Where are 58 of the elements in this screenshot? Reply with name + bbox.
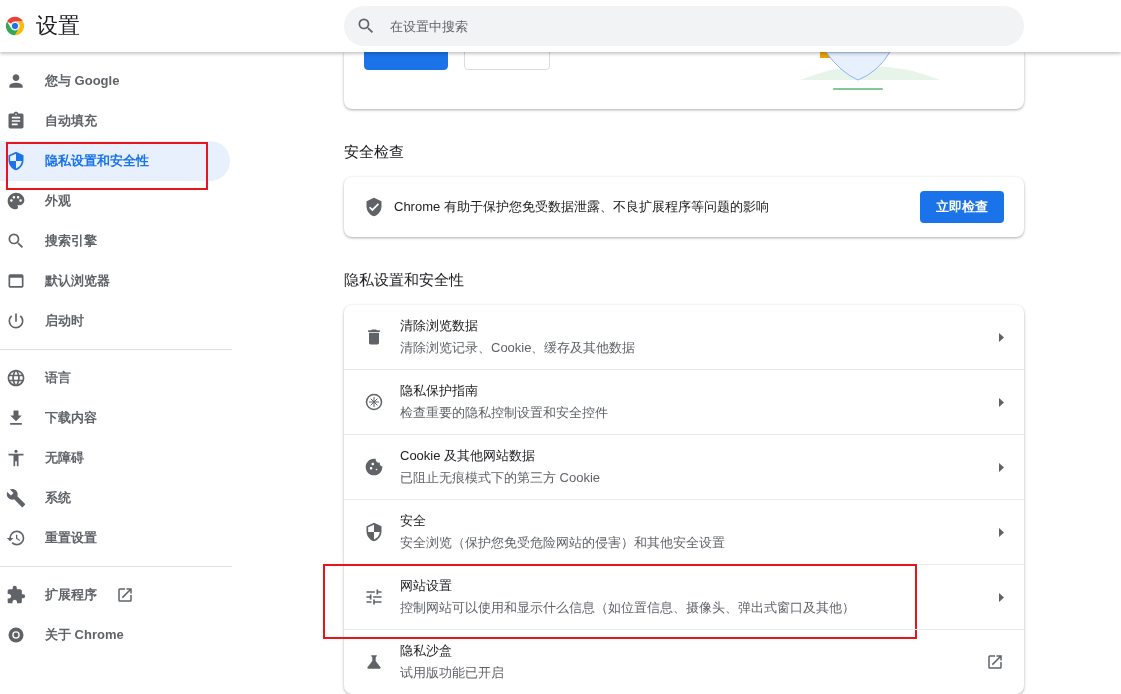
check-now-button[interactable]: 立即检查 <box>920 190 1004 223</box>
globe-icon <box>6 368 26 388</box>
row-subtitle: 已阻止无痕模式下的第三方 Cookie <box>400 469 602 487</box>
palette-icon <box>6 191 26 211</box>
sidebar-item[interactable]: 无障碍 <box>0 438 230 478</box>
search-icon <box>356 16 376 36</box>
page-title: 设置 <box>36 12 80 40</box>
flask-icon <box>364 652 384 672</box>
row-title: 隐私沙盒 <box>400 642 453 660</box>
puzzle-icon <box>6 585 26 605</box>
sidebar-item[interactable]: 语言 <box>0 358 230 398</box>
sidebar-item[interactable]: 自动填充 <box>0 101 230 141</box>
row-title: Cookie 及其他网站数据 <box>400 447 537 465</box>
sidebar-item[interactable]: 扩展程序 <box>0 575 230 615</box>
settings-row[interactable]: 清除浏览数据 清除浏览记录、Cookie、缓存及其他数据 <box>344 305 1024 369</box>
row-subtitle: 控制网站可以使用和显示什么信息（如位置信息、摄像头、弹出式窗口及其他） <box>400 599 856 617</box>
section-heading: 安全检查 <box>344 141 405 162</box>
row-title: 网站设置 <box>400 577 453 595</box>
row-title: 安全 <box>400 512 427 530</box>
sidebar-item[interactable]: 重置设置 <box>0 518 230 558</box>
cookie-icon <box>364 457 384 477</box>
sidebar-item[interactable]: 您与 Google <box>0 61 230 101</box>
settings-row[interactable]: 隐私沙盒 试用版功能已开启 <box>344 630 1024 694</box>
row-subtitle: 检查重要的隐私控制设置和安全控件 <box>400 404 609 422</box>
settings-row[interactable]: 隐私保护指南 检查重要的隐私控制设置和安全控件 <box>344 370 1024 434</box>
search-field[interactable]: 在设置中搜索 <box>344 6 1024 46</box>
row-subtitle: 试用版功能已开启 <box>400 664 505 682</box>
section-heading: 隐私设置和安全性 <box>344 270 465 290</box>
safety-check-text: Chrome 有助于保护您免受数据泄露、不良扩展程序等问题的影响 <box>394 197 770 216</box>
history-icon <box>6 528 26 548</box>
settings-row[interactable]: 安全 安全浏览（保护您免受危险网站的侵害）和其他安全设置 <box>344 500 1024 564</box>
chrome-logo-icon <box>4 15 26 37</box>
wrench-icon <box>6 488 26 508</box>
accessibility-icon <box>6 448 26 468</box>
sidebar-item[interactable]: 隐私设置和安全性 <box>0 141 230 181</box>
row-title: 清除浏览数据 <box>400 317 479 335</box>
search-icon <box>6 231 26 251</box>
row-subtitle: 安全浏览（保护您免受危险网站的侵害）和其他安全设置 <box>400 534 726 552</box>
sidebar-item[interactable]: 外观 <box>0 181 230 221</box>
shield-check-icon <box>364 196 384 217</box>
settings-row[interactable]: 网站设置 控制网站可以使用和显示什么信息（如位置信息、摄像头、弹出式窗口及其他） <box>344 565 1024 629</box>
sidebar-item[interactable]: 关于 Chrome <box>0 615 230 655</box>
sidebar-item[interactable]: 下载内容 <box>0 398 230 438</box>
clipboard-icon <box>6 111 26 131</box>
power-icon <box>6 311 26 331</box>
sidebar-item[interactable]: 启动时 <box>0 301 230 341</box>
row-title: 隐私保护指南 <box>400 382 479 400</box>
sidebar-item[interactable]: 系统 <box>0 478 230 518</box>
sidebar-item[interactable]: 搜索引擎 <box>0 221 230 261</box>
browser-window-icon <box>6 271 26 291</box>
chrome-icon <box>7 626 25 644</box>
row-subtitle: 清除浏览记录、Cookie、缓存及其他数据 <box>400 339 637 357</box>
compass-icon <box>364 392 384 412</box>
settings-row[interactable]: Cookie 及其他网站数据 已阻止无痕模式下的第三方 Cookie <box>344 435 1024 499</box>
shield-icon <box>364 522 384 542</box>
sliders-icon <box>364 587 384 607</box>
shield-icon <box>6 151 26 171</box>
sidebar-item[interactable]: 默认浏览器 <box>0 261 230 301</box>
